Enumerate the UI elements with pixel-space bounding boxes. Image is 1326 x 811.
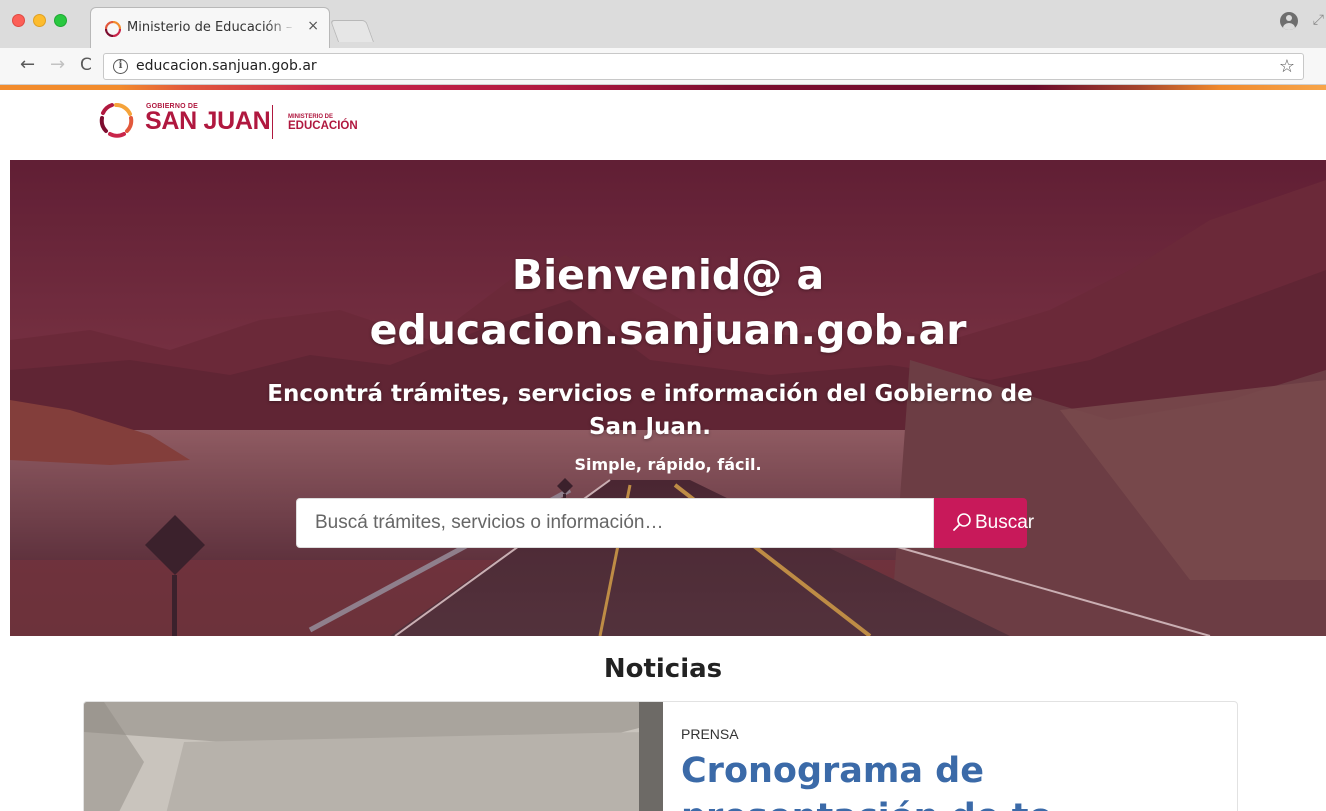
search-icon	[953, 513, 971, 531]
address-bar[interactable]: i educacion.sanjuan.gob.ar ☆	[103, 53, 1304, 80]
forward-icon[interactable]: →	[50, 55, 65, 75]
fullscreen-icon[interactable]: ⤢	[1313, 12, 1324, 28]
hero-title-line2: educacion.sanjuan.gob.ar	[369, 306, 967, 354]
site-header: GOBIERNO DE SAN JUAN MINISTERIO DE EDUCA…	[0, 90, 1326, 160]
hero-title-line1: Bienvenid@ a	[511, 251, 825, 299]
close-icon[interactable]: ×	[307, 18, 319, 34]
san-juan-logo-icon[interactable]	[96, 100, 136, 140]
news-title[interactable]: Cronograma de presentación de to	[681, 748, 1221, 811]
browser-tab-bar: Ministerio de Educación – Gobierno de Sa…	[0, 0, 1326, 48]
close-window-button[interactable]	[12, 14, 25, 27]
star-icon[interactable]: ☆	[1279, 56, 1295, 77]
zoom-window-button[interactable]	[54, 14, 67, 27]
hero-tagline: Simple, rápido, fácil.	[574, 455, 762, 474]
browser-tab[interactable]: Ministerio de Educación – Gobierno de Sa…	[90, 7, 330, 48]
search-button[interactable]: Buscar	[934, 498, 1034, 548]
san-juan-logo-icon	[105, 21, 121, 37]
hero-subtitle: Encontrá trámites, servicios e informaci…	[267, 381, 1033, 440]
logo-name-text: SAN JUAN	[145, 107, 271, 135]
search-button-label: Buscar	[975, 512, 1035, 533]
news-heading: Noticias	[603, 654, 723, 684]
back-icon[interactable]: ←	[20, 55, 35, 75]
hero-title: Bienvenid@ a educacion.sanjuan.gob.ar	[10, 248, 1326, 358]
url-text[interactable]: educacion.sanjuan.gob.ar	[136, 58, 317, 74]
tab-title: Ministerio de Educación – Gobierno de Sa…	[127, 20, 297, 35]
reload-icon[interactable]: C	[80, 55, 92, 75]
news-category: PRENSA	[681, 726, 739, 742]
info-icon[interactable]: i	[113, 59, 128, 74]
new-tab-button[interactable]	[329, 20, 375, 42]
hero-banner: Bienvenid@ a educacion.sanjuan.gob.ar En…	[10, 160, 1326, 636]
news-card[interactable]: PRENSA Cronograma de presentación de to	[83, 701, 1238, 811]
news-image[interactable]	[84, 702, 663, 811]
logo-ministry-name: EDUCACIÓN	[288, 120, 358, 132]
browser-toolbar: ← → C i educacion.sanjuan.gob.ar ☆	[0, 48, 1326, 85]
search-input[interactable]	[297, 499, 933, 547]
search-box	[296, 498, 934, 548]
logo-divider	[272, 105, 273, 139]
minimize-window-button[interactable]	[33, 14, 46, 27]
profile-icon[interactable]	[1280, 12, 1298, 30]
